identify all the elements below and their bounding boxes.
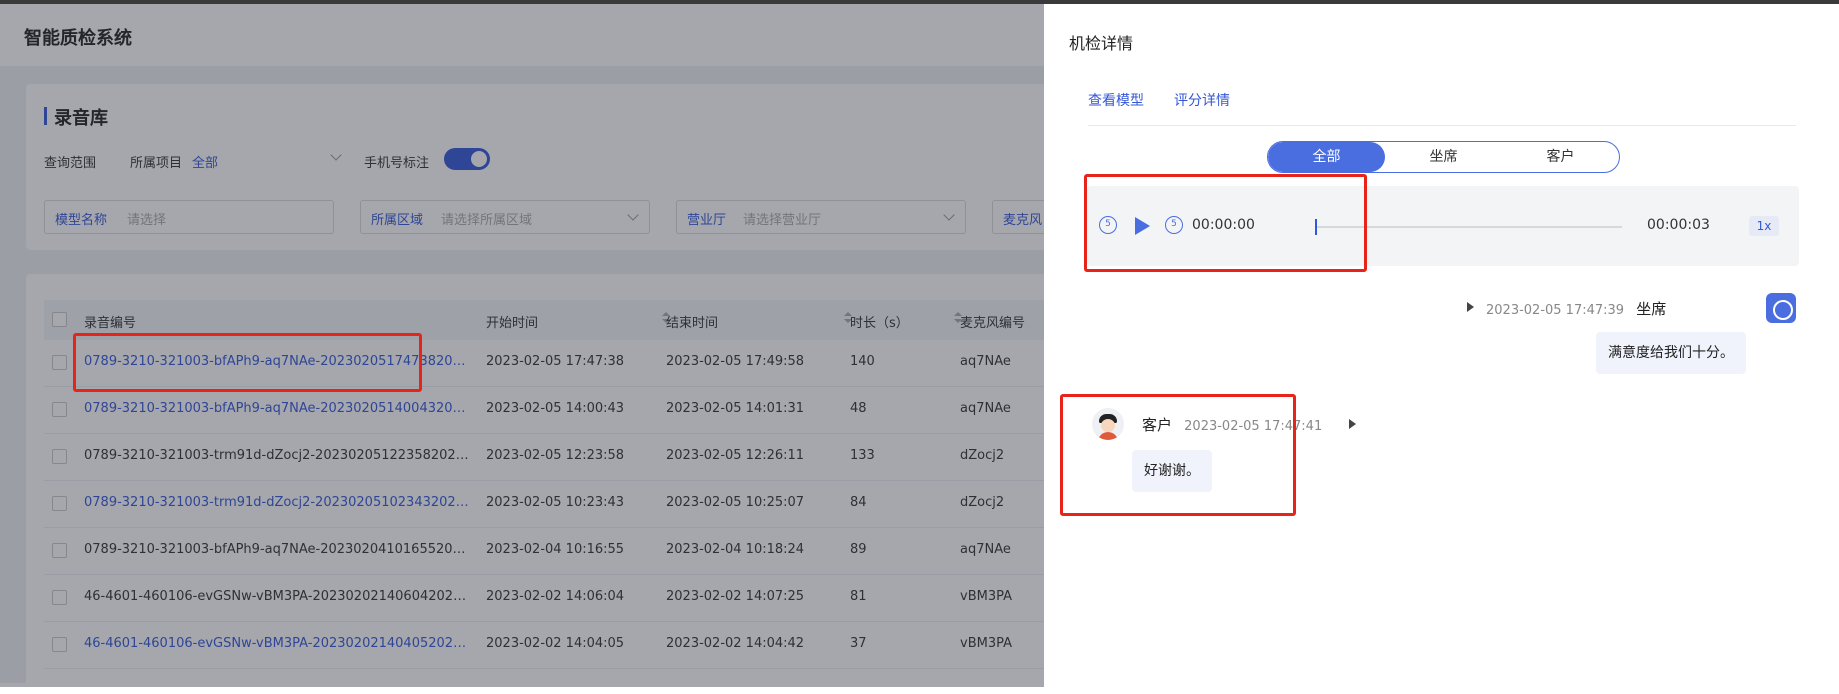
agent-message-meta: 2023-02-05 17:47:39 坐席 xyxy=(1486,298,1666,319)
speed-button[interactable]: 1x xyxy=(1749,216,1779,236)
speaker-filter: 全部 坐席 客户 xyxy=(1267,141,1620,173)
modal-overlay[interactable] xyxy=(0,4,1044,687)
agent-avatar xyxy=(1766,293,1796,323)
play-segment-icon[interactable] xyxy=(1349,419,1356,429)
speaker-name: 坐席 xyxy=(1636,300,1667,318)
audio-player: 5 5 00:00:00 00:00:03 1x xyxy=(1087,186,1799,266)
segment-all[interactable]: 全部 xyxy=(1268,142,1385,172)
drawer-title: 机检详情 xyxy=(1069,34,1134,53)
message-time: 2023-02-05 17:47:41 xyxy=(1184,419,1323,434)
agent-message-bubble: 满意度给我们十分。 xyxy=(1596,332,1746,374)
detail-drawer: 机检详情 查看模型 评分详情 全部 坐席 客户 5 5 00:00:00 00:… xyxy=(1044,4,1839,683)
progress-handle[interactable] xyxy=(1315,219,1317,235)
speaker-name: 客户 xyxy=(1142,416,1173,434)
tab-view-model[interactable]: 查看模型 xyxy=(1088,90,1144,110)
tab-score-detail[interactable]: 评分详情 xyxy=(1174,90,1230,110)
customer-message-meta: 客户 2023-02-05 17:47:41 xyxy=(1142,414,1322,435)
segment-customer[interactable]: 客户 xyxy=(1502,142,1619,172)
message-time: 2023-02-05 17:47:39 xyxy=(1486,303,1625,318)
forward-5s-icon[interactable]: 5 xyxy=(1165,216,1183,234)
play-segment-icon[interactable] xyxy=(1467,302,1474,312)
segment-agent[interactable]: 坐席 xyxy=(1385,142,1502,172)
total-time: 00:00:03 xyxy=(1647,217,1710,233)
customer-message-bubble: 好谢谢。 xyxy=(1132,450,1212,492)
current-time: 00:00:00 xyxy=(1192,217,1255,233)
rewind-5s-icon[interactable]: 5 xyxy=(1099,216,1117,234)
customer-avatar xyxy=(1092,408,1124,440)
play-icon[interactable] xyxy=(1135,217,1150,235)
drawer-tabs: 查看模型 评分详情 xyxy=(1088,90,1839,130)
progress-track[interactable] xyxy=(1315,219,1622,235)
tab-divider xyxy=(1088,125,1796,126)
